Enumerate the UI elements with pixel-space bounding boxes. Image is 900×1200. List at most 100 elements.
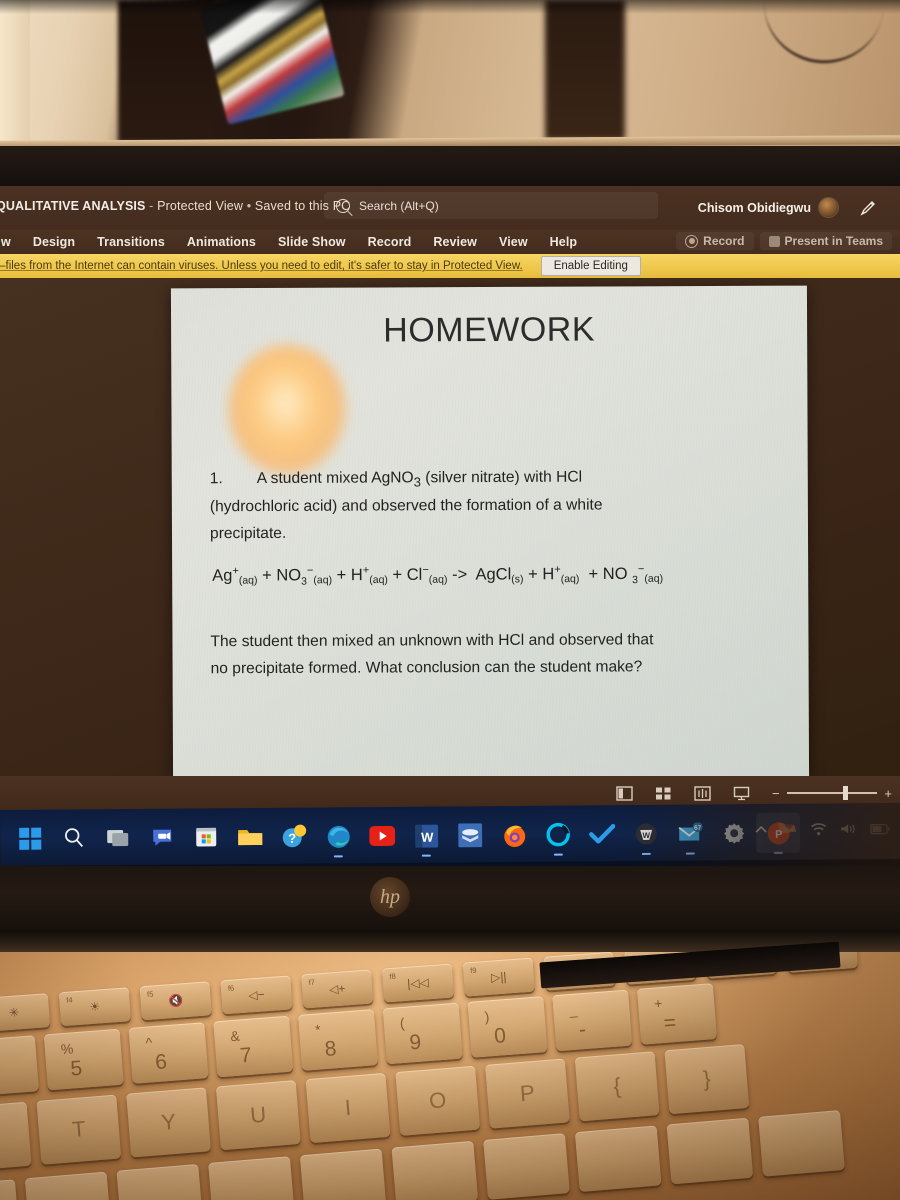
- laptop-screen: QUALITATIVE ANALYSIS - Protected View • …: [0, 186, 900, 810]
- dark-furniture-right: [545, 0, 625, 140]
- zoom-in-button[interactable]: +: [884, 786, 892, 801]
- tab-record[interactable]: Record: [357, 235, 423, 249]
- search-placeholder: Search (Alt+Q): [359, 198, 439, 213]
- question-line2: (hydrochloric acid) and observed the for…: [209, 496, 603, 516]
- eq-no3-sub: 3: [301, 575, 307, 588]
- ribbon-tab-list: w Design Transitions Animations Slide Sh…: [0, 230, 588, 254]
- title-bullet: •: [246, 199, 252, 213]
- ribbon-tabs-bar: w Design Transitions Animations Slide Sh…: [0, 230, 900, 254]
- reading-view-icon[interactable]: [694, 785, 711, 801]
- user-account[interactable]: Chisom Obidiegwu: [698, 198, 838, 217]
- start-windows-icon[interactable]: [8, 819, 52, 859]
- eq-no3b: NO: [602, 564, 628, 584]
- search-icon[interactable]: [52, 818, 96, 858]
- record-button-label: Record: [703, 234, 745, 248]
- eq-plus5: +: [588, 565, 599, 584]
- microsoft-word-icon[interactable]: W: [404, 815, 448, 857]
- conclusion-line2: no precipitate formed. What conclusion c…: [210, 658, 643, 678]
- titlebar: QUALITATIVE ANALYSIS - Protected View • …: [0, 186, 900, 230]
- eq-plus1: +: [262, 566, 272, 585]
- top-shadow: [0, 0, 900, 14]
- door-frame: [0, 0, 30, 150]
- tab-transitions[interactable]: Transitions: [86, 235, 176, 249]
- zoom-out-button[interactable]: −: [772, 786, 780, 801]
- ribbon-right-actions: Record Present in Teams: [676, 232, 892, 250]
- microsoft-edge-icon[interactable]: [316, 816, 360, 858]
- question-line1-b: (silver nitrate) with HCl: [420, 468, 583, 487]
- eq-no3b-state: (aq): [644, 572, 664, 585]
- teams-icon: [768, 235, 780, 247]
- tab-design[interactable]: Design: [22, 235, 86, 249]
- record-button[interactable]: Record: [676, 232, 754, 250]
- teams-chat-icon[interactable]: [140, 818, 184, 858]
- todo-check-icon[interactable]: [580, 814, 624, 854]
- youtube-icon[interactable]: [360, 816, 404, 856]
- tab-view-partial[interactable]: w: [0, 235, 22, 249]
- document-title: QUALITATIVE ANALYSIS - Protected View • …: [0, 199, 350, 213]
- eq-h-state: (aq): [369, 573, 388, 587]
- conclusion-paragraph: The student then mixed an unknown with H…: [210, 627, 770, 683]
- room-background: [0, 0, 900, 150]
- slide-show-icon[interactable]: [733, 786, 750, 801]
- alexa-icon[interactable]: [536, 814, 580, 856]
- tab-slide-show[interactable]: Slide Show: [267, 235, 357, 249]
- eq-h: H: [350, 566, 363, 585]
- eq-no3: NO: [276, 566, 302, 585]
- eq-agcl-state: (s): [511, 573, 524, 586]
- blackboard-icon[interactable]: [448, 815, 492, 855]
- document-name: QUALITATIVE ANALYSIS: [0, 199, 146, 213]
- firefox-icon[interactable]: [492, 815, 536, 855]
- zoom-slider[interactable]: − +: [772, 786, 892, 801]
- present-in-teams-button[interactable]: Present in Teams: [759, 232, 892, 250]
- hp-brand-logo: hp: [370, 877, 410, 917]
- zoom-track[interactable]: [786, 786, 878, 800]
- slide-canvas[interactable]: HOMEWORK 1. A student mixed AgNO 3 (silver…: [170, 285, 810, 782]
- question-paragraph: 1. A student mixed AgNO3 (silver nitrate)…: [210, 464, 740, 548]
- question-line1-a: A student mixed AgNO: [256, 469, 414, 488]
- search-input[interactable]: Search (Alt+Q): [324, 192, 658, 219]
- present-in-teams-label: Present in Teams: [784, 234, 883, 248]
- file-explorer-icon[interactable]: [228, 817, 272, 857]
- screen-glare: [228, 344, 347, 476]
- task-view-icon[interactable]: [96, 818, 140, 858]
- eq-plus3: +: [392, 565, 403, 584]
- record-dot-icon: [685, 234, 699, 248]
- eq-no3b-sub: 3: [632, 574, 638, 587]
- microsoft-store-icon[interactable]: [184, 817, 228, 857]
- windows-taskbar: ? W W 67: [0, 802, 900, 872]
- keyboard-vignette: [0, 952, 900, 1200]
- tab-help[interactable]: Help: [539, 235, 589, 249]
- pen-ink-icon[interactable]: [858, 198, 878, 218]
- eq-ag-state: (aq): [238, 574, 258, 587]
- dark-furniture-left: [118, 0, 214, 142]
- eq-agcl: AgCl: [475, 565, 512, 584]
- question-line3: precipitate.: [209, 525, 287, 543]
- tab-animations[interactable]: Animations: [176, 235, 267, 249]
- laptop-lower-bezel: [0, 866, 900, 932]
- user-name: Chisom Obidiegwu: [697, 200, 811, 215]
- title-separator: -: [149, 199, 154, 213]
- eq-h2: H: [542, 565, 555, 584]
- tab-review[interactable]: Review: [422, 235, 488, 249]
- normal-view-icon[interactable]: [616, 785, 633, 801]
- running-indicator: [553, 853, 563, 856]
- conclusion-line1: The student then mixed an unknown with H…: [210, 631, 654, 651]
- laptop-keyboard: f3✳ f4☀ f5🔇 f6◁− f7◁+ f8|◁◁ f9▷|| f10▷▷|…: [0, 952, 900, 1200]
- svg-text:?: ?: [288, 831, 296, 846]
- enable-editing-button[interactable]: Enable Editing: [540, 256, 641, 276]
- get-help-icon[interactable]: ?: [272, 817, 316, 857]
- slide-workspace: HOMEWORK 1. A student mixed AgNO 3 (silver…: [0, 278, 900, 810]
- protected-view-message: —files from the Internet can contain vir…: [0, 260, 523, 272]
- svg-text:W: W: [421, 829, 434, 844]
- zoom-thumb[interactable]: [842, 786, 848, 800]
- chemical-equation: Ag+(aq) + NO3−(aq) + H+(aq) + Cl−(aq) ->…: [212, 563, 792, 588]
- protected-view-label: Protected View: [157, 199, 244, 213]
- slide-sorter-icon[interactable]: [655, 786, 672, 801]
- slide-title: HOMEWORK: [383, 310, 596, 350]
- search-icon: [336, 198, 350, 213]
- eq-arrow: ->: [452, 565, 468, 584]
- eq-ag: Ag: [212, 566, 233, 585]
- tab-view[interactable]: View: [488, 235, 539, 249]
- running-indicator: [333, 854, 343, 858]
- eq-plus2: +: [336, 566, 347, 585]
